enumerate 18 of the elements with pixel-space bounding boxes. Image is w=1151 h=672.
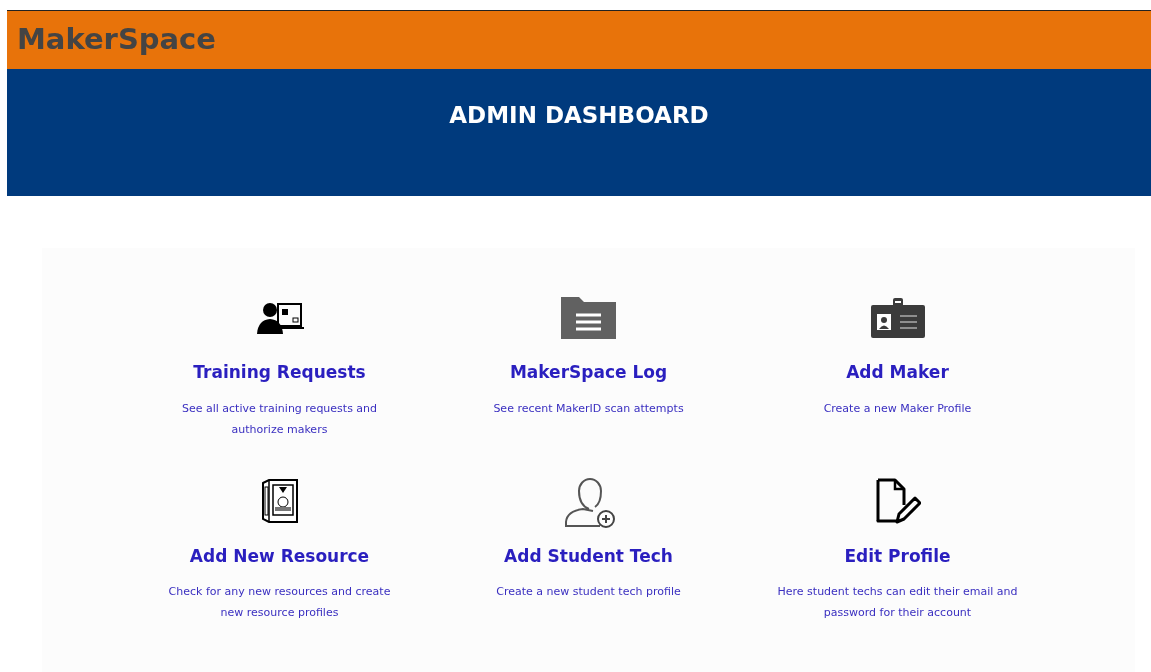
user-add-icon bbox=[562, 475, 615, 528]
id-badge-icon bbox=[870, 298, 925, 338]
card-description: Create a new student tech profile bbox=[495, 584, 682, 600]
card-title-link[interactable]: Edit Profile bbox=[844, 543, 951, 569]
folder-icon bbox=[561, 297, 616, 339]
card-title-link[interactable]: MakerSpace Log bbox=[509, 360, 668, 386]
person-screen-icon bbox=[255, 301, 304, 335]
card-title-link[interactable]: Add Student Tech bbox=[504, 543, 673, 569]
printer-3d-icon bbox=[260, 478, 299, 525]
card-title-link[interactable]: Add Maker bbox=[846, 360, 949, 386]
card-title-link[interactable]: Add New Resource bbox=[189, 543, 370, 569]
card-title-link[interactable]: Training Requests bbox=[193, 360, 366, 386]
card-description: See recent MakerID scan attempts bbox=[492, 400, 685, 417]
page-title: ADMIN DASHBOARD bbox=[449, 102, 709, 130]
card-description: See all active training requests and authorize makers bbox=[180, 400, 379, 438]
card-description: Check for any new resources and create new resource profiles bbox=[167, 584, 392, 621]
card-description: Here student techs can edit their email and password for their account bbox=[777, 584, 1018, 621]
card-description: Create a new Maker Profile bbox=[822, 400, 973, 417]
